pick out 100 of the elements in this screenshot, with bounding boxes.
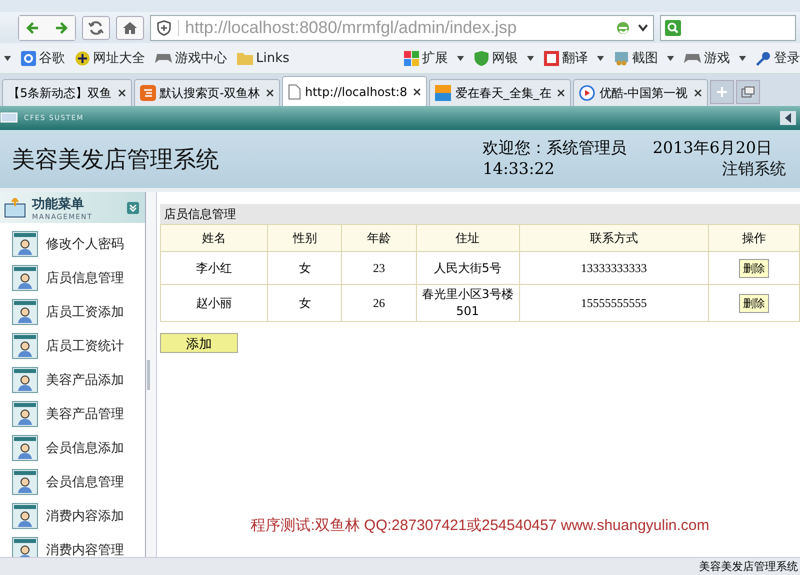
menu-item[interactable]: 店员工资添加	[12, 299, 145, 326]
tab-favicon-icon	[140, 85, 156, 101]
column-header: 操作	[708, 224, 800, 252]
add-button[interactable]: 添加	[160, 333, 238, 353]
user-card-icon	[12, 265, 38, 292]
user-card-icon	[12, 299, 38, 326]
tab-list-button[interactable]	[736, 80, 760, 104]
column-header: 住址	[416, 224, 520, 252]
tab-favicon-icon	[435, 85, 452, 101]
toolbar-button[interactable]: 翻译	[544, 49, 604, 67]
browser-tab[interactable]: 默认搜索页-双鱼林	[134, 79, 280, 106]
user-card-icon	[12, 435, 38, 462]
column-header: 性别	[268, 224, 342, 252]
play-icon	[579, 85, 596, 101]
delete-button[interactable]: 删除	[739, 294, 770, 312]
toolbar-button[interactable]: 截图	[614, 49, 674, 67]
blocks-icon	[404, 50, 419, 66]
time-text: 14:33:22	[482, 159, 556, 180]
close-icon[interactable]	[118, 89, 126, 97]
monitor-icon	[0, 112, 18, 124]
menu-item[interactable]: 店员工资统计	[12, 333, 145, 360]
user-card-icon	[12, 231, 38, 258]
user-card-icon	[12, 401, 38, 428]
refresh-icon	[88, 20, 104, 36]
table-cell: 李小红	[160, 252, 268, 284]
caret-icon	[739, 56, 746, 60]
close-icon[interactable]	[266, 89, 274, 97]
close-icon[interactable]	[413, 88, 422, 96]
menu-item[interactable]: 美容产品添加	[12, 367, 145, 394]
shield-icon	[474, 50, 489, 66]
bookmark-link[interactable]: 谷歌	[21, 49, 65, 67]
table-cell: 人民大街5号	[416, 252, 520, 284]
gamepad-icon	[155, 52, 172, 64]
browser-tab[interactable]: 爱在春天_全集_在	[429, 79, 572, 106]
welcome-text: 欢迎您：系统管理员	[482, 138, 627, 159]
splitter-handle[interactable]	[147, 360, 150, 390]
inbox-icon	[4, 198, 26, 218]
status-text: 美容美发店管理系统	[699, 559, 798, 574]
key-icon	[756, 50, 771, 66]
collapse-icon[interactable]	[127, 202, 139, 214]
refresh-button[interactable]	[82, 16, 110, 40]
browser-tab[interactable]: 优酷-中国第一视	[573, 79, 708, 106]
date-text: 2013年6月20日	[652, 138, 772, 159]
menu-item[interactable]: 美容产品管理	[12, 401, 145, 428]
screenshot-icon	[614, 50, 629, 66]
table-cell: 23	[342, 252, 416, 284]
toolbar-button[interactable]: 游戏	[684, 49, 746, 67]
logout-link[interactable]: 注销系统	[722, 159, 786, 180]
user-card-icon	[12, 333, 38, 360]
g-icon	[21, 50, 36, 66]
gamepad-icon	[684, 52, 701, 64]
dropdown-icon[interactable]	[637, 22, 649, 32]
caret-icon	[527, 56, 534, 60]
table-cell: 13333333333	[519, 252, 709, 284]
caret-icon	[667, 56, 674, 60]
caret-icon[interactable]	[4, 56, 11, 60]
close-icon[interactable]	[694, 89, 702, 97]
toolbar-button[interactable]: 网银	[474, 49, 534, 67]
sidebar-title: 功能菜单	[32, 196, 85, 213]
shield-icon	[155, 20, 179, 36]
table-cell: 春光里小区3号楼501	[416, 284, 520, 322]
menu-item[interactable]: 会员信息添加	[12, 435, 145, 462]
toolbar-button[interactable]: 登录	[756, 49, 800, 67]
search-field[interactable]	[660, 14, 796, 40]
back-arrow-icon	[26, 20, 40, 34]
folder-icon	[237, 52, 253, 64]
collapse-button[interactable]	[780, 111, 796, 125]
bookmark-link[interactable]: Links	[237, 50, 290, 66]
menu-item[interactable]: 消费内容添加	[12, 503, 145, 530]
caret-icon	[457, 56, 464, 60]
browser-tab[interactable]: http://localhost:8	[282, 76, 428, 106]
bookmark-link[interactable]: 网址大全	[75, 49, 145, 67]
table-cell: 15555555555	[519, 284, 709, 322]
menu-item[interactable]: 修改个人密码	[12, 231, 145, 258]
bookmark-link[interactable]: 游戏中心	[155, 49, 227, 67]
home-button[interactable]	[116, 16, 144, 40]
user-card-icon	[12, 469, 38, 496]
page-icon	[288, 84, 301, 100]
table-cell: 赵小丽	[160, 284, 268, 322]
plus-icon	[716, 86, 728, 98]
table-cell: 女	[268, 284, 342, 322]
translate-icon	[544, 50, 559, 66]
caret-icon	[597, 56, 604, 60]
left-triangle-icon	[784, 113, 792, 123]
app-title: 美容美发店管理系统	[12, 146, 220, 174]
browser-engine-icon[interactable]	[615, 20, 631, 36]
menu-item[interactable]: 会员信息管理	[12, 469, 145, 496]
footer-text: 程序测试:双鱼林 QQ:287307421或254540457 www.shuangyulin.com	[250, 516, 710, 535]
user-card-icon	[12, 367, 38, 394]
delete-button[interactable]: 删除	[739, 258, 770, 278]
toolbar-button[interactable]: 扩展	[404, 49, 464, 67]
panel-title: 店员信息管理	[164, 206, 236, 222]
table-cell: 26	[342, 284, 416, 322]
browser-tab[interactable]: 【5条新动态】双鱼	[2, 79, 132, 106]
user-card-icon	[12, 503, 38, 530]
close-icon[interactable]	[557, 89, 566, 97]
column-header: 姓名	[160, 224, 268, 252]
windows-icon	[740, 86, 755, 98]
menu-item[interactable]: 店员信息管理	[12, 265, 145, 292]
search-icon[interactable]	[665, 20, 683, 36]
